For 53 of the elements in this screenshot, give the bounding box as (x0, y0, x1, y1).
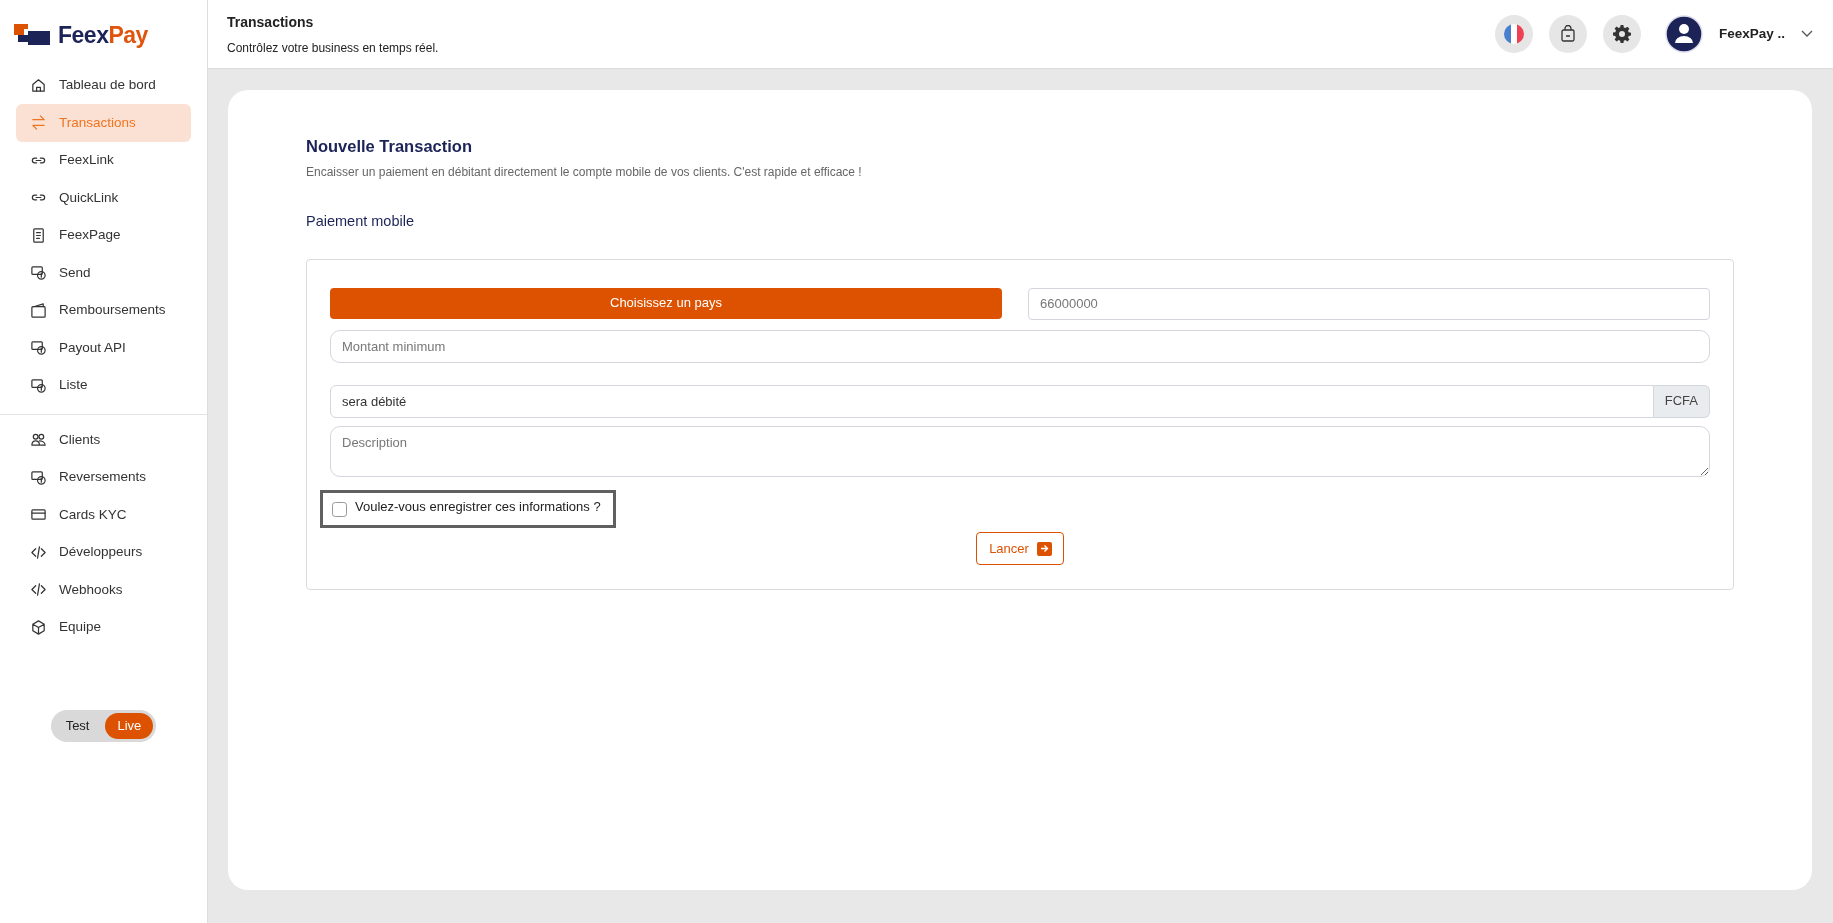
users-icon (30, 431, 47, 449)
sidebar-item[interactable]: Cards KYC (16, 496, 191, 534)
money-icon (30, 468, 47, 486)
launch-button[interactable]: Lancer (976, 532, 1064, 565)
description-field[interactable]: Description (330, 425, 1710, 477)
brand-name: FeexPay (58, 21, 148, 50)
save-info-checkbox[interactable] (332, 502, 347, 517)
money-icon (30, 339, 47, 357)
avatar-icon[interactable] (1664, 15, 1703, 53)
sidebar-item[interactable]: Reversements (16, 458, 191, 496)
mode-option[interactable]: Test (53, 713, 102, 739)
sidebar-item[interactable]: Equipe (16, 608, 191, 646)
settings-icon (1611, 24, 1632, 44)
home-icon (30, 76, 47, 94)
save-info-label: Voulez-vous enregistrer ces informations ? (355, 498, 601, 517)
money-icon (30, 264, 47, 282)
arrows-icon (30, 114, 47, 132)
code-icon (30, 543, 47, 561)
code-icon (30, 581, 47, 599)
cube-icon (30, 618, 47, 636)
form-title: Nouvelle Transaction (306, 136, 473, 157)
sidebar-item[interactable]: Payout API (16, 329, 191, 367)
settings-button[interactable] (1602, 15, 1641, 53)
amount-field[interactable]: Montant minimum (330, 329, 1710, 363)
sidebar-item[interactable]: FeexLink (16, 141, 191, 179)
page-header-title: Transactions (227, 12, 315, 32)
wallet-icon (30, 301, 47, 319)
sidebar-item[interactable]: Liste (16, 366, 191, 404)
sidebar-item[interactable]: Tableau de bord (16, 66, 191, 104)
flag-icon (1503, 24, 1524, 44)
sidebar-item[interactable]: FeexPage (16, 216, 191, 254)
sidebar-item[interactable]: Développeurs (16, 533, 191, 571)
sidebar-item[interactable]: Send (16, 254, 191, 292)
country-select-button[interactable]: Choisissez un pays (330, 287, 1002, 319)
user-name[interactable]: FeexPay .. (1718, 23, 1785, 45)
section-title: Paiement mobile (306, 211, 415, 231)
document-icon (30, 226, 47, 244)
logo-icon (14, 24, 50, 47)
mode-option[interactable]: Live (105, 713, 154, 739)
chevron-down-icon[interactable] (1801, 30, 1813, 38)
form-description: Encaisser un paiement en débitant directement le compte mobile de vos clients. C'est rapide et efficace ! (306, 163, 863, 181)
language-button[interactable] (1494, 15, 1533, 53)
sidebar-item[interactable]: QuickLink (16, 179, 191, 217)
sidebar-item[interactable]: Clients (16, 421, 191, 459)
sidebar-item[interactable]: Webhooks (16, 571, 191, 609)
money-icon (30, 376, 47, 394)
arrow-right-icon (1039, 544, 1049, 553)
shopping-bag-icon (1558, 25, 1577, 43)
currency-label: FCFA (1653, 384, 1710, 418)
page-header-subtitle: Contrôlez votre business en temps réel. (227, 39, 439, 57)
shopping-bag-button[interactable] (1548, 15, 1587, 53)
phone-field[interactable]: 66000000 (1028, 287, 1710, 320)
sidebar-item[interactable]: Remboursements (16, 291, 191, 329)
